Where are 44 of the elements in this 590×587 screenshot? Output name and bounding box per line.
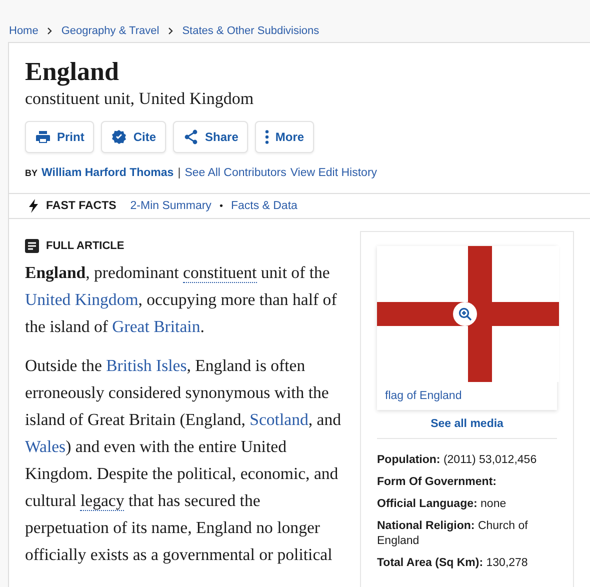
- byline-link[interactable]: See All Contributors: [184, 167, 286, 179]
- cite-button[interactable]: Cite: [101, 121, 166, 153]
- badge-check-icon: [111, 129, 128, 145]
- print-button[interactable]: Print: [25, 121, 94, 153]
- separator: •: [219, 200, 223, 212]
- article-paragraph: Outside the British Isles, England is often erroneously considered synonymous with the island of Great Britain (England, Scotland, and Wales) and even with the entire United Kingdom. Despite the political, economic, and cultural legacy that has secured the perpetuation of its name, England no longer officially exists as a governmental or political: [25, 355, 342, 566]
- see-all-media-link[interactable]: See all media: [377, 418, 557, 430]
- fast-facts-link[interactable]: Facts & Data: [230, 200, 298, 212]
- section-label: FULL ARTICLE: [46, 240, 124, 252]
- lightning-icon: [29, 199, 38, 213]
- breadcrumb-link[interactable]: Home: [9, 25, 38, 37]
- fact-item: Total Area (Sq Km): 130,278: [377, 556, 529, 571]
- fact-item: Population: (2011) 53,012,456: [377, 453, 538, 468]
- article-paragraph: England, predominant constituent unit of the United Kingdom, occupying more than half of the island of Great Britain.: [25, 262, 338, 338]
- fact-item: Form Of Government:: [377, 475, 498, 490]
- article-title: England: [25, 57, 120, 87]
- share-button[interactable]: Share: [173, 121, 248, 153]
- glossary-term[interactable]: constituent: [183, 263, 257, 283]
- author-link[interactable]: William Harford Thomas: [42, 167, 174, 179]
- print-icon: [35, 129, 51, 145]
- chevron-icon: [167, 27, 174, 35]
- chevron-icon: [46, 27, 54, 35]
- fast-facts-link[interactable]: 2-Min Summary: [130, 200, 212, 212]
- article-link[interactable]: United Kingdom: [25, 290, 138, 309]
- more-button[interactable]: More: [255, 121, 314, 153]
- share-icon: [183, 129, 200, 145]
- fact-item: Official Language: none: [377, 497, 508, 512]
- article-link[interactable]: Wales: [25, 437, 66, 456]
- byline-link[interactable]: View Edit History: [290, 167, 378, 179]
- dots-icon: [265, 130, 270, 144]
- article-subtitle: constituent unit, United Kingdom: [25, 89, 255, 109]
- separator: |: [178, 167, 181, 179]
- media-caption[interactable]: flag of England: [377, 382, 557, 410]
- fast-facts-label: FAST FACTS: [46, 200, 116, 212]
- article-icon: [25, 239, 39, 253]
- article-link[interactable]: Scotland: [250, 410, 308, 429]
- glossary-term[interactable]: legacy: [80, 491, 124, 511]
- breadcrumb-link[interactable]: States & Other Subdivisions: [182, 25, 320, 37]
- fact-item: National Religion: Church of England: [377, 519, 529, 549]
- article-link[interactable]: British Isles: [106, 356, 187, 375]
- byline-label: BY: [25, 168, 38, 178]
- article-link[interactable]: Great Britain: [112, 317, 200, 336]
- zoom-in-icon: [458, 307, 472, 321]
- breadcrumb-link[interactable]: Geography & Travel: [61, 25, 160, 37]
